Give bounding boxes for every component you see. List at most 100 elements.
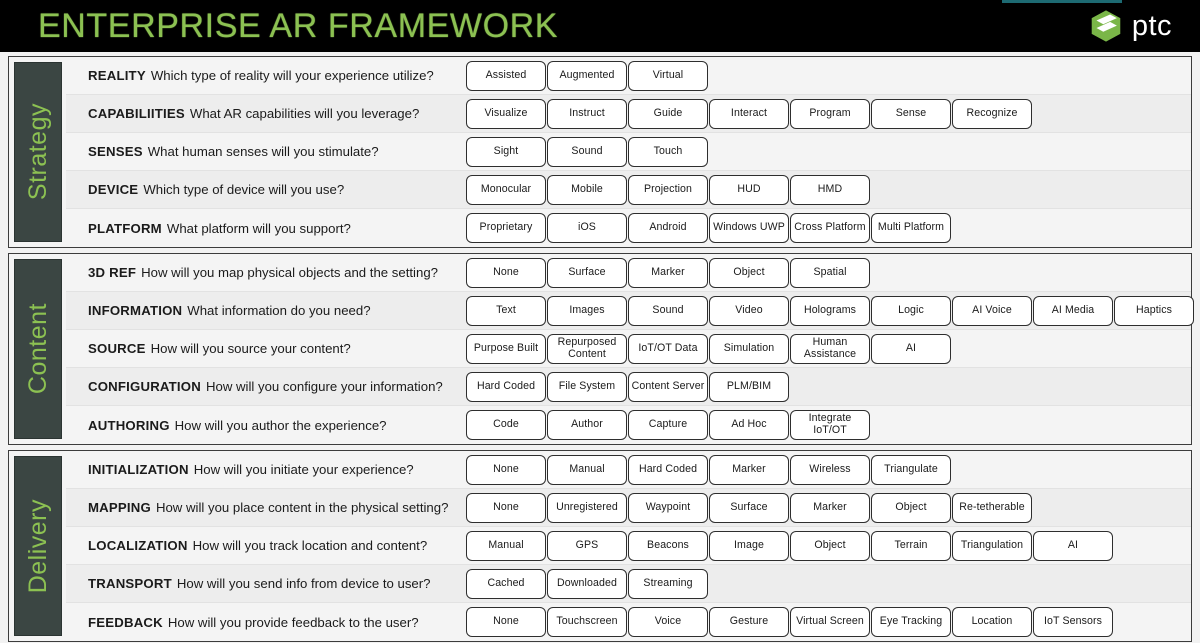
option-chip[interactable]: Image bbox=[709, 530, 789, 561]
option-chip[interactable]: Marker bbox=[709, 454, 789, 485]
option-chip[interactable]: Interact bbox=[709, 98, 789, 129]
option-chip[interactable]: Ad Hoc bbox=[709, 410, 789, 440]
option-chip[interactable]: Visualize bbox=[466, 98, 546, 129]
option-chip[interactable]: IoT/OT Data bbox=[628, 333, 708, 364]
option-chip[interactable]: Proprietary bbox=[466, 213, 546, 243]
option-chip[interactable]: Guide bbox=[628, 98, 708, 129]
option-chip[interactable]: Content Server bbox=[628, 371, 708, 402]
option-chip[interactable]: Re-tetherable bbox=[952, 492, 1032, 523]
option-chip[interactable]: Gesture bbox=[709, 607, 789, 637]
row-question: 3D REF How will you map physical objects … bbox=[66, 265, 466, 280]
option-chip[interactable]: Manual bbox=[547, 454, 627, 485]
option-chip[interactable]: Voice bbox=[628, 607, 708, 637]
option-chip[interactable]: GPS bbox=[547, 530, 627, 561]
option-chip[interactable]: Program bbox=[790, 98, 870, 129]
option-chip[interactable]: HUD bbox=[709, 174, 789, 205]
option-chip[interactable]: None bbox=[466, 492, 546, 523]
row-question: TRANSPORT How will you send info from dev… bbox=[66, 576, 466, 591]
option-chip[interactable]: Text bbox=[466, 295, 546, 326]
option-chip[interactable]: Multi Platform bbox=[871, 213, 951, 243]
option-chip[interactable]: Hard Coded bbox=[466, 371, 546, 402]
option-chip[interactable]: Integrate IoT/OT bbox=[790, 410, 870, 440]
option-chip[interactable]: Repurposed Content bbox=[547, 333, 627, 364]
row-question-text: How will you provide feedback to the use… bbox=[167, 614, 419, 630]
option-chip[interactable]: Holograms bbox=[790, 295, 870, 326]
option-chip[interactable]: Object bbox=[790, 530, 870, 561]
option-chip[interactable]: Spatial bbox=[790, 257, 870, 288]
option-chip[interactable]: Sense bbox=[871, 98, 951, 129]
option-chip[interactable]: Human Assistance bbox=[790, 333, 870, 364]
option-chip[interactable]: Code bbox=[466, 410, 546, 440]
option-chip[interactable]: Mobile bbox=[547, 174, 627, 205]
option-chip[interactable]: Purpose Built bbox=[466, 333, 546, 364]
option-chip[interactable]: Images bbox=[547, 295, 627, 326]
row-options: None Unregistered Waypoint Surface Marke… bbox=[466, 492, 1191, 523]
option-chip[interactable]: Eye Tracking bbox=[871, 607, 951, 637]
row-term: INFORMATION bbox=[88, 303, 183, 318]
option-chip[interactable]: Object bbox=[709, 257, 789, 288]
option-chip[interactable]: AI Media bbox=[1033, 295, 1113, 326]
option-chip[interactable]: Cached bbox=[466, 568, 546, 599]
option-chip[interactable]: Projection bbox=[628, 174, 708, 205]
option-chip[interactable]: Video bbox=[709, 295, 789, 326]
row-term: MAPPING bbox=[88, 500, 151, 515]
option-chip[interactable]: Terrain bbox=[871, 530, 951, 561]
option-chip[interactable]: Marker bbox=[628, 257, 708, 288]
row-options: None Surface Marker Object Spatial bbox=[466, 257, 1191, 288]
option-chip[interactable]: HMD bbox=[790, 174, 870, 205]
option-chip[interactable]: Surface bbox=[709, 492, 789, 523]
option-chip[interactable]: PLM/BIM bbox=[709, 371, 789, 402]
row-term: TRANSPORT bbox=[88, 576, 172, 591]
option-chip[interactable]: Touch bbox=[628, 136, 708, 167]
option-chip[interactable]: Author bbox=[547, 410, 627, 440]
option-chip[interactable]: Triangulation bbox=[952, 530, 1032, 561]
option-chip[interactable]: None bbox=[466, 607, 546, 637]
option-chip[interactable]: IoT Sensors bbox=[1033, 607, 1113, 637]
ptc-hexagon-logo-icon bbox=[1091, 10, 1121, 42]
table-row: INFORMATION What information do you need?… bbox=[66, 292, 1194, 330]
option-chip[interactable]: Android bbox=[628, 213, 708, 243]
option-chip[interactable]: Waypoint bbox=[628, 492, 708, 523]
row-options: Visualize Instruct Guide Interact Progra… bbox=[466, 98, 1191, 129]
option-chip[interactable]: Surface bbox=[547, 257, 627, 288]
option-chip[interactable]: Haptics bbox=[1114, 295, 1194, 326]
option-chip[interactable]: Assisted bbox=[466, 60, 546, 91]
option-chip[interactable]: Streaming bbox=[628, 568, 708, 599]
option-chip[interactable]: Manual bbox=[466, 530, 546, 561]
row-question: DEVICE Which type of device will you use? bbox=[66, 182, 466, 197]
option-chip[interactable]: Recognize bbox=[952, 98, 1032, 129]
option-chip[interactable]: Triangulate bbox=[871, 454, 951, 485]
option-chip[interactable]: iOS bbox=[547, 213, 627, 243]
option-chip[interactable]: Sound bbox=[628, 295, 708, 326]
option-chip[interactable]: Virtual Screen bbox=[790, 607, 870, 637]
option-chip[interactable]: Logic bbox=[871, 295, 951, 326]
section-delivery: Delivery INITIALIZATION How will you init… bbox=[8, 450, 1192, 642]
option-chip[interactable]: Monocular bbox=[466, 174, 546, 205]
option-chip[interactable]: AI Voice bbox=[952, 295, 1032, 326]
option-chip[interactable]: None bbox=[466, 454, 546, 485]
option-chip[interactable]: Augmented bbox=[547, 60, 627, 91]
option-chip[interactable]: Hard Coded bbox=[628, 454, 708, 485]
option-chip[interactable]: None bbox=[466, 257, 546, 288]
option-chip[interactable]: Beacons bbox=[628, 530, 708, 561]
section-label-content: Content bbox=[14, 259, 62, 439]
option-chip[interactable]: Object bbox=[871, 492, 951, 523]
option-chip[interactable]: Marker bbox=[790, 492, 870, 523]
table-row: REALITY Which type of reality will your e… bbox=[66, 57, 1191, 95]
option-chip[interactable]: File System bbox=[547, 371, 627, 402]
option-chip[interactable]: Capture bbox=[628, 410, 708, 440]
option-chip[interactable]: AI bbox=[871, 333, 951, 364]
option-chip[interactable]: Sight bbox=[466, 136, 546, 167]
option-chip[interactable]: Downloaded bbox=[547, 568, 627, 599]
option-chip[interactable]: AI bbox=[1033, 530, 1113, 561]
option-chip[interactable]: Sound bbox=[547, 136, 627, 167]
option-chip[interactable]: Location bbox=[952, 607, 1032, 637]
option-chip[interactable]: Unregistered bbox=[547, 492, 627, 523]
option-chip[interactable]: Wireless bbox=[790, 454, 870, 485]
option-chip[interactable]: Virtual bbox=[628, 60, 708, 91]
option-chip[interactable]: Simulation bbox=[709, 333, 789, 364]
option-chip[interactable]: Instruct bbox=[547, 98, 627, 129]
option-chip[interactable]: Cross Platform bbox=[790, 213, 870, 243]
option-chip[interactable]: Touchscreen bbox=[547, 607, 627, 637]
option-chip[interactable]: Windows UWP bbox=[709, 213, 789, 243]
